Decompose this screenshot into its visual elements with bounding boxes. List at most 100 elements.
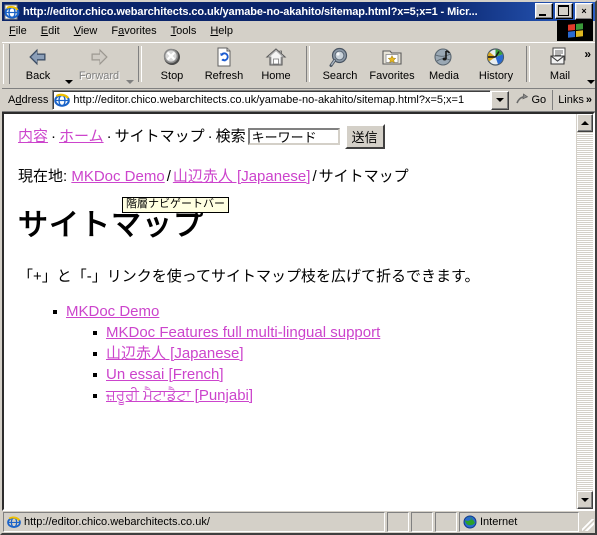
forward-button[interactable]: Forward <box>73 44 125 82</box>
list-item: ਜ਼ਰੂਰੀ ਮੈਟਾਡੈਟਾ [Punjabi] <box>93 385 564 406</box>
home-button[interactable]: Home <box>250 44 302 82</box>
forward-dropdown-arrow[interactable] <box>126 80 134 84</box>
go-button[interactable]: Go <box>511 93 551 107</box>
navigation-toolbar: Back Forward Stop Refresh Home Search Fa… <box>2 42 595 89</box>
sitemap-tree: MKDoc Demo MKDoc Features full multi-lin… <box>18 301 564 406</box>
go-arrow-icon <box>515 93 530 107</box>
breadcrumb-separator-2: / <box>312 168 317 185</box>
window-title: http://editor.chico.webarchitects.co.uk/… <box>23 5 478 18</box>
list-item: MKDoc Demo MKDoc Features full multi-lin… <box>53 301 564 406</box>
back-label: Back <box>25 70 51 82</box>
nav-label-sitemap: サイトマップ <box>114 127 205 145</box>
resize-grip[interactable] <box>581 512 595 532</box>
list-item: Un essai [French] <box>93 364 564 385</box>
toolbar-separator-2 <box>306 46 310 82</box>
forward-label: Forward <box>78 70 120 82</box>
status-zone-pane: Internet <box>459 512 579 532</box>
home-label: Home <box>261 70 291 82</box>
favorites-folder-icon <box>380 46 404 69</box>
back-dropdown-arrow[interactable] <box>65 80 73 84</box>
breadcrumb-current: サイトマップ <box>318 168 409 185</box>
breadcrumb-link-japanese[interactable]: 山辺赤人 [Japanese] <box>173 168 311 185</box>
menu-item-tools[interactable]: Tools <box>164 23 204 39</box>
nav-link-home[interactable]: ホーム <box>59 127 104 147</box>
windows-logo-icon <box>557 20 593 41</box>
search-button[interactable]: Search <box>314 44 366 82</box>
sitemap-link-child-3[interactable]: ਜ਼ਰੂਰੀ ਮੈਟਾਡੈਟਾ [Punjabi] <box>106 387 253 404</box>
sitemap-children: MKDoc Features full multi-lingual suppor… <box>66 322 564 406</box>
breadcrumb: 現在地: MKDoc Demo / 山辺赤人 [Japanese] / サイトマップ <box>18 167 564 187</box>
status-zone-text: Internet <box>480 516 518 528</box>
status-pane-1 <box>387 512 409 532</box>
refresh-button[interactable]: Refresh <box>198 44 250 82</box>
mail-dropdown-arrow[interactable] <box>587 80 595 84</box>
globe-icon <box>463 515 477 529</box>
scroll-up-button[interactable] <box>577 114 593 132</box>
toolbar-separator <box>138 46 142 82</box>
maximize-button[interactable] <box>555 3 573 19</box>
sitemap-link-root[interactable]: MKDoc Demo <box>66 303 159 320</box>
links-button[interactable]: Links » <box>552 90 595 110</box>
menu-item-edit[interactable]: Edit <box>34 23 67 39</box>
go-label: Go <box>531 94 547 106</box>
search-form: 送信 <box>247 124 385 149</box>
toolbar-overflow-chevron[interactable]: » <box>584 47 591 61</box>
menu-bar: File Edit View Favorites Tools Help <box>2 20 595 42</box>
refresh-icon <box>212 46 236 69</box>
vertical-scrollbar[interactable] <box>576 114 593 509</box>
refresh-label: Refresh <box>204 70 244 82</box>
menu-item-file[interactable]: File <box>2 23 34 39</box>
history-button[interactable]: History <box>470 44 522 82</box>
page-content: 内容 · ホーム · サイトマップ · 検索 送信 現在地: MKDoc Dem… <box>4 114 576 509</box>
mail-icon <box>548 46 572 69</box>
list-item: MKDoc Features full multi-lingual suppor… <box>93 322 564 343</box>
media-button[interactable]: Media <box>418 44 470 82</box>
links-chevron-icon: » <box>585 94 592 106</box>
nav-link-contents[interactable]: 内容 <box>18 127 48 147</box>
stop-icon <box>160 46 184 69</box>
home-icon <box>264 46 288 69</box>
nav-separator-2: · <box>106 127 112 145</box>
media-label: Media <box>429 70 459 82</box>
search-submit-button[interactable]: 送信 <box>344 124 385 149</box>
address-input[interactable]: http://editor.chico.webarchitects.co.uk/… <box>52 90 491 110</box>
status-pane-2 <box>411 512 433 532</box>
ie-document-icon <box>4 4 20 20</box>
back-button[interactable]: Back <box>12 44 64 82</box>
sitemap-link-child-2[interactable]: Un essai [French] <box>106 366 224 383</box>
address-dropdown-button[interactable] <box>490 90 509 110</box>
nav-separator-3: · <box>207 127 213 145</box>
sitemap-link-child-1[interactable]: 山辺赤人 [Japanese] <box>106 345 244 362</box>
chevron-down-icon <box>495 98 504 102</box>
search-input[interactable] <box>247 128 340 145</box>
history-icon <box>484 46 508 69</box>
search-icon <box>328 46 352 69</box>
arrow-up-icon <box>581 121 589 125</box>
address-bar: Address http://editor.chico.webarchitect… <box>2 89 595 112</box>
browser-window: http://editor.chico.webarchitects.co.uk/… <box>0 0 597 535</box>
title-bar[interactable]: http://editor.chico.webarchitects.co.uk/… <box>2 2 595 21</box>
forward-arrow-icon <box>87 46 111 69</box>
page-intro-text: 「+」と「-」リンクを使ってサイトマップ枝を広げて折るできます。 <box>18 268 480 285</box>
status-url-text: http://editor.chico.webarchitects.co.uk/ <box>24 516 210 528</box>
stop-label: Stop <box>160 70 184 82</box>
nav-separator-1: · <box>51 127 57 145</box>
close-button[interactable]: × <box>575 3 593 20</box>
scroll-down-button[interactable] <box>577 491 593 509</box>
stop-button[interactable]: Stop <box>146 44 198 82</box>
page-title: サイトマップ <box>18 209 204 242</box>
ie-status-icon <box>7 515 21 529</box>
status-url-pane: http://editor.chico.webarchitects.co.uk/ <box>3 512 385 532</box>
menu-item-favorites[interactable]: Favorites <box>104 23 163 39</box>
sitemap-link-child-0[interactable]: MKDoc Features full multi-lingual suppor… <box>106 324 380 341</box>
menu-item-view[interactable]: View <box>67 23 105 39</box>
breadcrumb-link-mkdoc-demo[interactable]: MKDoc Demo <box>71 168 164 185</box>
back-arrow-icon <box>26 46 50 69</box>
favorites-button[interactable]: Favorites <box>366 44 418 82</box>
minimize-button[interactable] <box>535 3 553 19</box>
toolbar-grip[interactable] <box>3 44 10 84</box>
menu-item-help[interactable]: Help <box>203 23 240 39</box>
toolbar-separator-3 <box>526 46 530 82</box>
media-icon <box>432 46 456 69</box>
mail-button[interactable]: Mail <box>534 44 586 82</box>
